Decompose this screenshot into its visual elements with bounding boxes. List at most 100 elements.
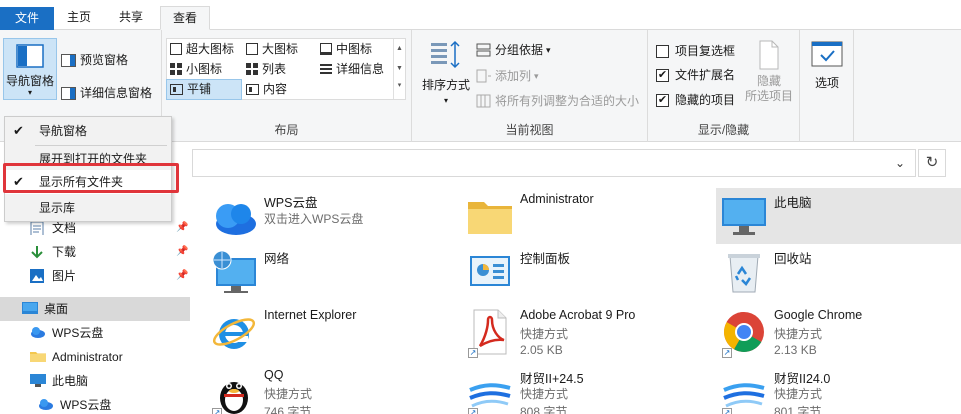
nav-item-label: Administrator [52,350,123,364]
layout-large-icons[interactable]: 大图标 [246,39,298,59]
nav-item-this-pc[interactable]: 此电脑 [0,369,190,393]
tab-share[interactable]: 共享 [108,6,154,30]
nav-item-pictures[interactable]: 图片 📌 [0,264,190,288]
chevron-down-icon[interactable]: ⌄ [885,149,915,177]
preview-pane-button[interactable]: 预览窗格 [61,50,128,70]
tile-recycle-bin[interactable]: 回收站 [716,244,961,300]
expand-gallery-icon[interactable]: ▾ [394,79,405,93]
tab-view[interactable]: 查看 [160,6,210,30]
tile-name: Administrator [520,192,594,206]
navigation-pane-icon [16,44,44,68]
shortcut-arrow-icon: ↗ [722,348,732,358]
tile-google-chrome[interactable]: ↗ Google Chrome 快捷方式 2.13 KB [716,304,961,360]
tile-size: 2.13 KB [774,343,817,357]
hide-selected-items-button[interactable]: 隐藏 所选项目 [742,40,796,104]
details-pane-button[interactable]: 详细信息窗格 [61,83,152,103]
tile-name: 网络 [264,252,290,266]
nav-item-downloads[interactable]: 下载 📌 [0,240,190,264]
tile-administrator[interactable]: Administrator [462,188,708,244]
add-columns-icon [476,69,491,83]
group-by-icon [476,43,491,57]
navigation-pane-button[interactable]: 导航窗格 ▾ [3,38,57,100]
tile-size: 2.05 KB [520,343,563,357]
shortcut-arrow-icon: ↗ [212,408,222,414]
layout-list[interactable]: 列表 [246,59,286,79]
layout-item-label: 详细信息 [336,62,385,76]
refresh-button[interactable]: ↻ [918,149,946,177]
menu-item-label: 显示库 [39,201,76,215]
refresh-icon: ↻ [925,154,939,171]
tile-wps-cloud[interactable]: WPS云盘 双击进入WPS云盘 [206,188,452,244]
nav-item-desktop[interactable]: 桌面 [0,297,190,321]
shortcut-arrow-icon: ↗ [468,408,478,414]
layout-small-icons[interactable]: 小图标 [170,59,222,79]
scroll-up-icon[interactable]: ▲ [394,39,405,59]
file-extensions-checkbox[interactable]: ✔ [656,68,669,82]
layout-group-label: 布局 [274,123,299,137]
tile-adobe-acrobat[interactable]: ↗ Adobe Acrobat 9 Pro 快捷方式 2.05 KB [462,304,708,360]
nav-item-wps-cloud[interactable]: WPS云盘 [0,321,190,345]
add-columns-label: 添加列 [495,69,532,83]
details-pane-label: 详细信息窗格 [80,86,153,100]
options-button[interactable]: 选项 [804,40,850,91]
show-hide-group-label: 显示/隐藏 [697,123,750,137]
control-panel-icon [470,256,510,286]
tile-type: 快捷方式 [774,327,823,341]
layout-medium-icons[interactable]: 中图标 [320,39,372,59]
shortcut-arrow-icon: ↗ [468,348,478,358]
hidden-items-checkbox[interactable]: ✔ [656,93,669,107]
tile-size: 801 字节 [774,405,822,414]
tile-network[interactable]: 网络 [206,244,452,300]
tile-size: 746 字节 [264,405,312,414]
tile-caimao-24-0[interactable]: ↗ 财贸II24.0 快捷方式 801 字节 [716,364,961,414]
address-bar[interactable] [192,149,916,177]
small-icons-icon [170,63,182,75]
layout-content[interactable]: 内容 [246,79,287,99]
computer-icon [722,198,766,235]
item-checkboxes-checkbox[interactable] [656,44,669,58]
menu-item-show-libraries[interactable]: 显示库 [5,196,171,220]
nav-item-administrator[interactable]: Administrator [0,345,190,369]
add-columns-button[interactable]: 添加列 ▾ [476,66,539,86]
menu-item-navigation-pane[interactable]: ✔ 导航窗格 [5,119,171,143]
nav-item-label: WPS云盘 [60,398,112,412]
nav-item-wps-cloud-2[interactable]: WPS云盘 [0,393,190,414]
menu-item-label: 导航窗格 [39,124,88,138]
recycle-bin-icon [728,254,760,293]
tile-name: Adobe Acrobat 9 Pro [520,308,636,322]
tab-home[interactable]: 主页 [56,6,102,30]
desktop-icon [22,302,38,314]
item-checkboxes-toggle[interactable]: 项目复选框 [656,41,735,61]
size-columns-button[interactable]: 将所有列调整为合适的大小 [476,91,639,111]
tile-name: WPS云盘 [264,196,318,210]
tile-control-panel[interactable]: 控制面板 [462,244,708,300]
download-icon [31,246,43,259]
tile-internet-explorer[interactable]: Internet Explorer [206,304,452,360]
tiles-icon [170,83,183,95]
tile-name: 此电脑 [774,196,812,210]
tab-file[interactable]: 文件 [0,7,54,30]
wps-cloud-icon [216,204,256,235]
tile-this-pc[interactable]: 此电脑 [716,188,961,244]
layout-gallery-scroll[interactable]: ▲ ▼ ▾ [393,39,405,99]
layout-tiles[interactable]: 平铺 [170,79,211,99]
item-checkboxes-label: 项目复选框 [675,44,736,58]
layout-extra-large-icons[interactable]: 超大图标 [170,39,234,59]
layout-details[interactable]: 详细信息 [320,59,384,79]
tile-name: QQ [264,368,284,382]
tile-caimao-24-5[interactable]: ↗ 财贸II+24.5 快捷方式 808 字节 [462,364,708,414]
current-view-group-label: 当前视图 [505,123,554,137]
documents-icon [30,221,44,235]
tile-qq[interactable]: ↗ QQ 快捷方式 746 字节 [206,364,452,414]
sort-by-button[interactable]: 排序方式 ▾ [418,40,474,108]
nav-item-label: 下载 [52,245,77,259]
layout-item-label: 中图标 [336,42,373,56]
group-by-button[interactable]: 分组依据 ▾ [476,40,551,60]
file-extensions-label: 文件扩展名 [675,68,736,82]
file-extensions-toggle[interactable]: ✔ 文件扩展名 [656,65,735,85]
group-by-label: 分组依据 [495,43,544,57]
scroll-down-icon[interactable]: ▼ [394,59,405,79]
hidden-items-toggle[interactable]: ✔ 隐藏的项目 [656,90,735,110]
tile-type: 快捷方式 [520,327,569,341]
extra-large-icons-icon [170,43,182,55]
